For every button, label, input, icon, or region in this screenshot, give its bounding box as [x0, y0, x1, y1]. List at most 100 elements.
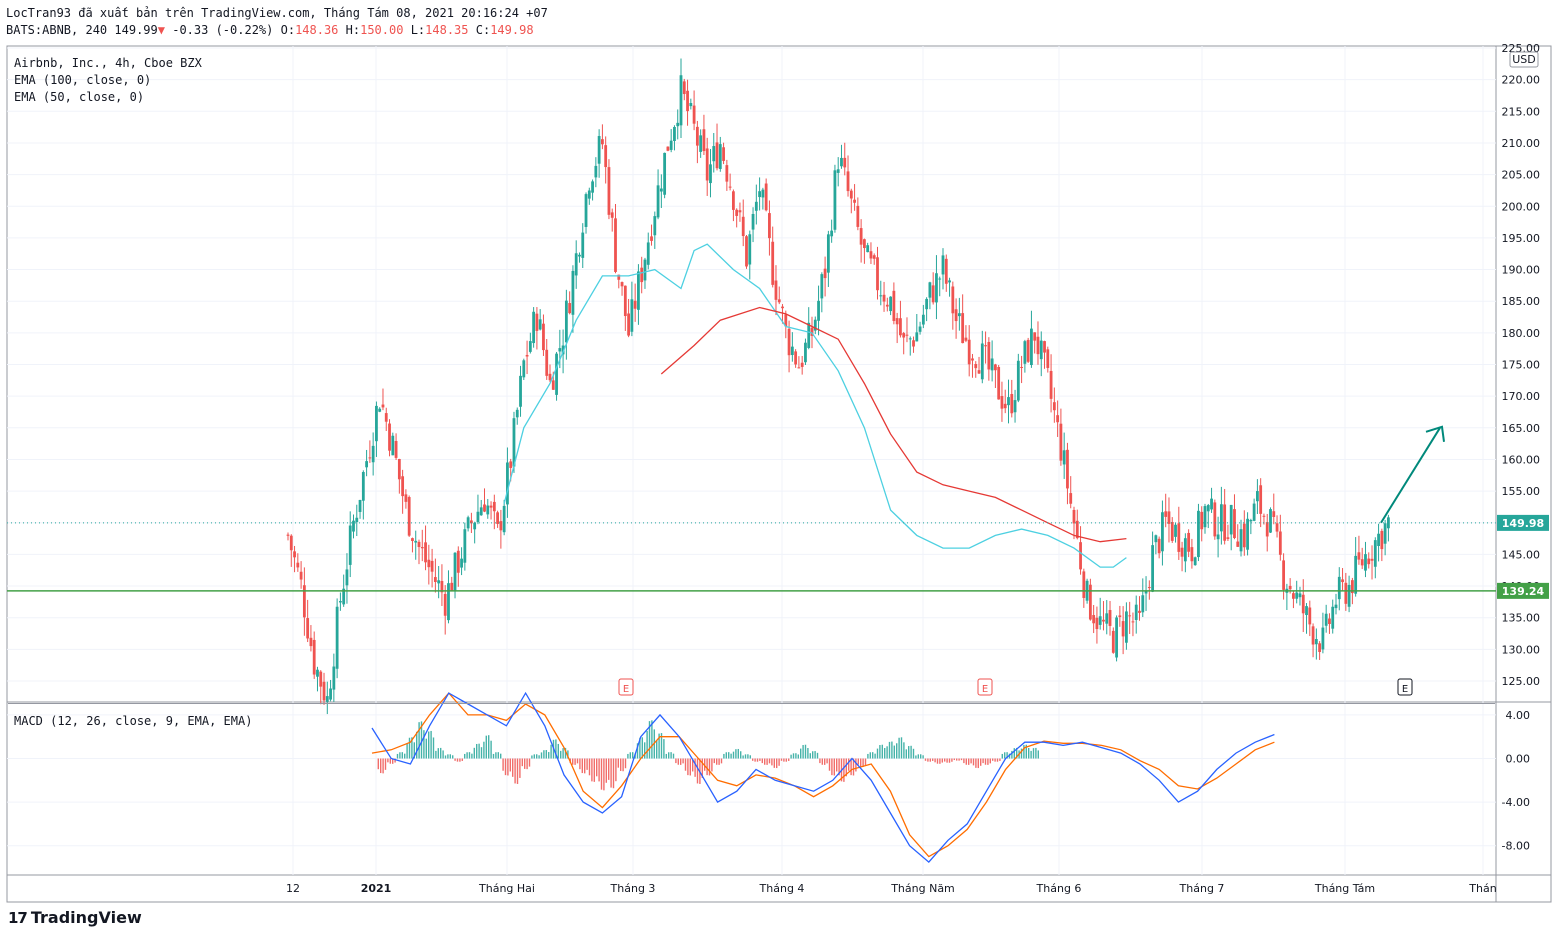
macd-histogram-bar — [912, 748, 915, 759]
candle-body — [607, 167, 611, 215]
candle-body — [879, 295, 883, 297]
candle-body — [460, 558, 463, 568]
candle-body — [705, 148, 709, 181]
macd-histogram-bar — [1023, 745, 1025, 759]
macd-histogram-bar — [874, 753, 876, 759]
macd-histogram-bar — [778, 758, 780, 766]
candle-body — [699, 135, 703, 152]
macd-histogram-bar — [1004, 752, 1006, 759]
macd-histogram-bar — [684, 758, 687, 771]
macd-histogram-bar — [454, 758, 456, 761]
macd-histogram-bar — [500, 753, 502, 759]
price-tag-label: 149.98 — [1502, 517, 1544, 530]
macd-histogram-bar — [627, 753, 629, 759]
macd-histogram-bar — [766, 758, 768, 765]
candle-body — [1049, 370, 1053, 399]
candle-body — [453, 552, 457, 591]
candle-body — [601, 139, 604, 145]
candle-body — [866, 245, 870, 253]
candle-body — [843, 157, 847, 168]
macd-histogram-bar — [675, 758, 677, 764]
candle-body — [846, 171, 850, 192]
candle-body — [1046, 349, 1050, 368]
candle-body — [869, 251, 873, 259]
candle-body — [293, 551, 296, 558]
candle-body — [404, 494, 408, 502]
price-tick-label: 175.00 — [1502, 359, 1541, 372]
candle-body — [1292, 593, 1295, 599]
macd-histogram-bar — [732, 751, 735, 759]
macd-histogram-bar — [860, 758, 862, 767]
ema100-line — [660, 306, 1127, 543]
candle-body — [921, 314, 925, 325]
time-tick-label: 2021 — [361, 882, 392, 895]
candle-body — [836, 169, 840, 173]
candle-body — [637, 271, 640, 310]
candle-body — [944, 258, 948, 284]
candle-body — [1210, 498, 1213, 510]
candle-body — [1357, 552, 1361, 560]
candle-body — [1016, 360, 1020, 401]
macd-histogram-bar — [917, 754, 919, 759]
candle-body — [1213, 502, 1217, 537]
macd-histogram-bar — [435, 750, 437, 759]
candle-body — [397, 458, 401, 480]
legend-title: Airbnb, Inc., 4h, Cboe BZX — [14, 56, 202, 70]
candle-body — [420, 547, 424, 549]
candle-body — [1036, 336, 1040, 355]
macd-histogram-bar — [867, 753, 869, 759]
macd-histogram-bar — [958, 758, 960, 761]
candle-body — [918, 326, 922, 332]
macd-histogram-bar — [749, 755, 751, 759]
macd-histogram-bar — [780, 758, 783, 761]
candle-body — [669, 140, 673, 150]
macd-histogram-bar — [651, 720, 653, 759]
macd-histogram-bar — [1030, 750, 1032, 759]
macd-histogram-bar — [502, 758, 504, 771]
macd-histogram-bar — [800, 748, 802, 759]
macd-histogram-bar — [975, 758, 977, 768]
candle-body — [502, 505, 506, 533]
macd-histogram-bar — [735, 749, 737, 759]
chart-canvas[interactable]: 125.00130.00135.00140.00145.00150.00155.… — [0, 0, 1560, 939]
legend-ema100: EMA (100, close, 0) — [14, 73, 152, 87]
macd-histogram-bar — [857, 758, 859, 765]
candle-body — [329, 688, 332, 700]
macd-histogram-bar — [776, 758, 778, 769]
macd-histogram-bar — [646, 731, 648, 759]
macd-histogram-bar — [886, 746, 888, 759]
candle-body — [876, 257, 879, 291]
macd-histogram-bar — [612, 758, 615, 789]
candle-body — [578, 254, 581, 257]
macd-histogram-bar — [987, 758, 989, 765]
candle-body — [774, 280, 778, 300]
candle-body — [388, 423, 391, 451]
macd-histogram-bar — [744, 754, 747, 759]
candle-body — [296, 562, 300, 568]
macd-histogram-bar — [694, 758, 696, 777]
macd-histogram-bar — [821, 758, 823, 765]
macd-histogram-bar — [819, 758, 821, 764]
candle-body — [800, 362, 804, 367]
candle-body — [1337, 576, 1341, 600]
candle-body — [676, 122, 680, 127]
macd-histogram-bar — [377, 758, 379, 770]
macd-histogram-bar — [560, 750, 562, 759]
tradingview-brand[interactable]: 17 TradingView — [8, 908, 142, 927]
macd-histogram-bar — [629, 752, 631, 759]
macd-histogram-bar — [833, 758, 835, 776]
macd-histogram-bar — [644, 742, 646, 759]
candle-body — [1151, 545, 1154, 592]
macd-histogram-bar — [665, 753, 667, 759]
macd-histogram-bar — [785, 758, 787, 762]
candle-body — [823, 268, 827, 279]
candle-body — [1321, 627, 1325, 650]
macd-histogram-bar — [984, 758, 987, 765]
macd-histogram-bar — [932, 758, 934, 761]
candle-body — [316, 669, 319, 677]
macd-histogram-bar — [855, 758, 857, 772]
macd-histogram-bar — [816, 752, 819, 759]
candle-body — [564, 300, 568, 343]
candle-body — [437, 580, 441, 584]
candle-body — [682, 81, 686, 95]
